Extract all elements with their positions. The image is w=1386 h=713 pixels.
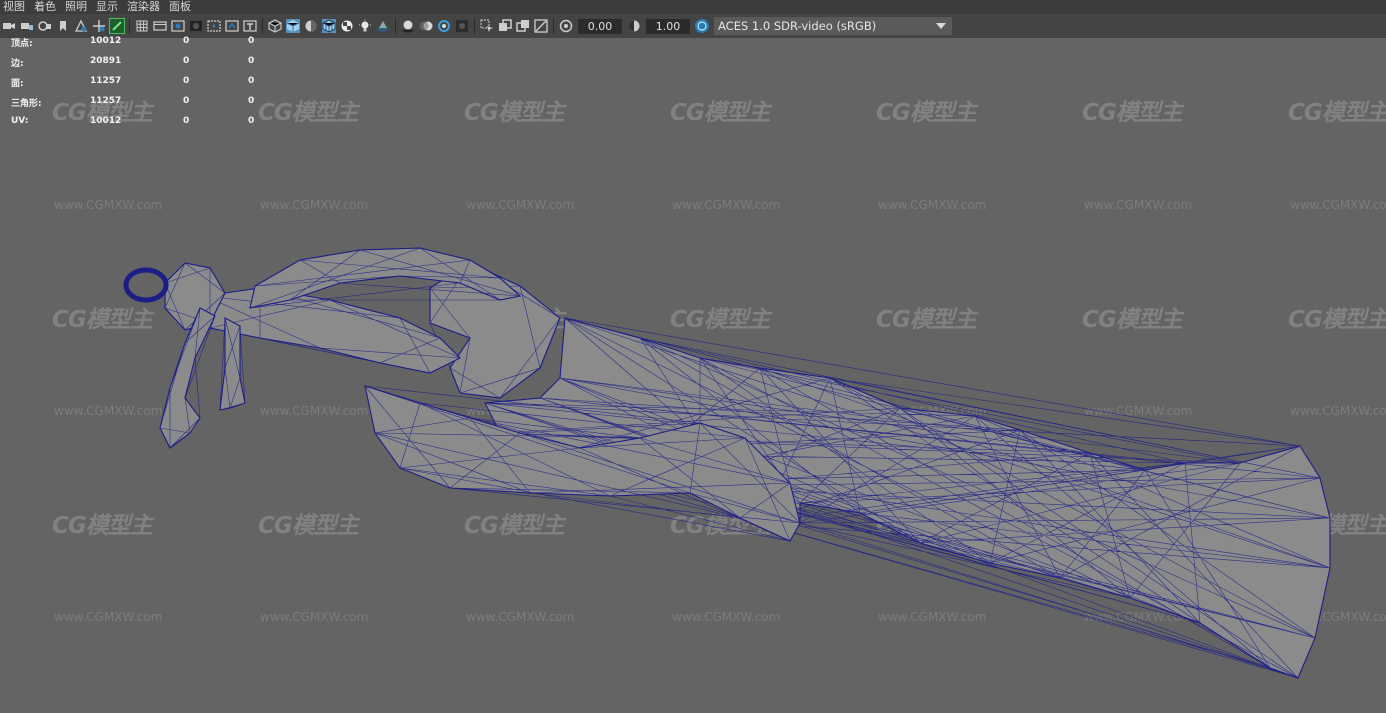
smooth-shade-icon[interactable]	[286, 19, 300, 33]
motion-blur-icon[interactable]	[419, 19, 433, 33]
safe-title-icon[interactable]	[243, 19, 257, 33]
hud-value: 0	[248, 116, 255, 126]
menu-show[interactable]: 显示	[93, 0, 124, 14]
hud-value: 0	[183, 76, 190, 86]
hud-value: 10012	[90, 36, 122, 46]
hud-label: 三角形:	[11, 99, 42, 109]
camera-icon[interactable]	[2, 19, 16, 33]
hud-value: 0	[248, 56, 255, 66]
toolbar-separator	[474, 18, 475, 34]
textured-icon[interactable]	[340, 19, 354, 33]
sword-ring-mesh	[123, 267, 169, 303]
anti-aliasing-icon[interactable]	[437, 19, 451, 33]
menu-lighting[interactable]: 照明	[62, 0, 93, 14]
camera-attributes-icon[interactable]	[38, 19, 52, 33]
shadows-icon[interactable]	[376, 19, 390, 33]
color-management-icon[interactable]	[695, 19, 709, 33]
hud-value: 20891	[90, 56, 122, 66]
grid-icon[interactable]	[135, 19, 149, 33]
wireframe-on-shaded-icon[interactable]	[322, 19, 336, 33]
hud-label: 面:	[11, 79, 24, 89]
viewport-toolbar: 0.00 1.00 ACES 1.0 SDR-video (sRGB)	[0, 14, 1386, 38]
use-lights-icon[interactable]	[358, 19, 372, 33]
bookmark-icon[interactable]	[56, 19, 70, 33]
depth-of-field-icon[interactable]	[455, 19, 469, 33]
grease-pencil-icon[interactable]	[109, 18, 125, 34]
menu-renderer[interactable]: 渲染器	[124, 0, 166, 14]
toolbar-separator	[395, 18, 396, 34]
gamma-icon[interactable]	[627, 19, 641, 33]
field-chart-icon[interactable]	[207, 19, 221, 33]
chevron-down-icon[interactable]	[936, 23, 946, 29]
hud-label: UV:	[11, 116, 29, 126]
gate-mask-icon[interactable]	[189, 19, 203, 33]
resolution-gate-icon[interactable]	[171, 19, 185, 33]
film-gate-icon[interactable]	[153, 19, 167, 33]
menu-panels[interactable]: 面板	[166, 0, 197, 14]
hud-value: 0	[183, 116, 190, 126]
camera-lock-icon[interactable]	[20, 19, 34, 33]
toolbar-separator	[262, 18, 263, 34]
viewport-menubar: 视图 着色 照明 显示 渲染器 面板	[0, 0, 1386, 14]
hud-value: 0	[248, 76, 255, 86]
hud-value: 11257	[90, 96, 122, 106]
toolbar-separator	[129, 18, 130, 34]
isolate-select-icon[interactable]	[480, 19, 494, 33]
xray-icon[interactable]	[498, 19, 512, 33]
3d-viewport[interactable]: CG模型主 CG模型主 CG模型主 CG模型主 CG模型主 CG模型主 CG模型主 CG模型主…	[0, 38, 1386, 713]
screen-space-ao-icon[interactable]	[401, 19, 415, 33]
safe-action-icon[interactable]	[225, 19, 239, 33]
wireframe-icon[interactable]	[268, 19, 282, 33]
hud-value: 0	[183, 36, 190, 46]
xray-joints-icon[interactable]	[516, 19, 530, 33]
toolbar-separator	[553, 18, 554, 34]
two-d-pan-icon[interactable]	[92, 19, 106, 33]
default-material-icon[interactable]	[304, 19, 318, 33]
hud-value: 0	[183, 96, 190, 106]
hud-value: 0	[183, 56, 190, 66]
gamma-field[interactable]: 1.00	[646, 18, 690, 34]
hud-label: 边:	[11, 59, 24, 69]
hud-value: 11257	[90, 76, 122, 86]
menu-shading[interactable]: 着色	[31, 0, 62, 14]
backface-icon[interactable]	[534, 19, 548, 33]
hud-value: 10012	[90, 116, 122, 126]
color-space-label: ACES 1.0 SDR-video (sRGB)	[718, 19, 877, 33]
hud-value: 0	[248, 96, 255, 106]
exposure-icon[interactable]	[559, 19, 573, 33]
hud-label: 顶点:	[11, 39, 33, 49]
menu-view[interactable]: 视图	[0, 0, 31, 14]
hud-value: 0	[248, 36, 255, 46]
sword-handle-mesh	[204, 287, 461, 374]
image-plane-icon[interactable]	[74, 19, 88, 33]
color-space-dropdown[interactable]: ACES 1.0 SDR-video (sRGB)	[714, 17, 952, 35]
sword-wireframe-mesh[interactable]	[0, 38, 1386, 713]
exposure-field[interactable]: 0.00	[578, 18, 622, 34]
